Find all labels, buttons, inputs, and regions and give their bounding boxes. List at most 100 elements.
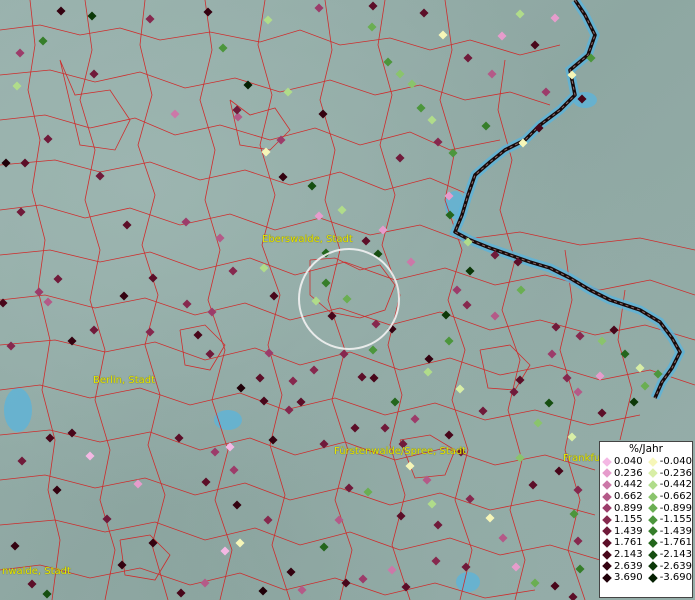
measurement-point-marker[interactable]	[288, 376, 298, 386]
measurement-point-marker[interactable]	[258, 586, 268, 596]
map-canvas[interactable]: Eberswalde, Stadt Berlin, Stadt Fürstenw…	[0, 0, 695, 600]
measurement-point-marker[interactable]	[452, 285, 462, 295]
measurement-point-marker[interactable]	[200, 578, 210, 588]
measurement-point-marker[interactable]	[444, 430, 454, 440]
measurement-point-marker[interactable]	[210, 447, 220, 457]
measurement-point-marker[interactable]	[207, 307, 217, 317]
measurement-point-marker[interactable]	[85, 451, 95, 461]
measurement-point-marker[interactable]	[530, 40, 540, 50]
measurement-point-marker[interactable]	[573, 485, 583, 495]
measurement-point-marker[interactable]	[16, 207, 26, 217]
measurement-point-marker[interactable]	[427, 115, 437, 125]
measurement-point-marker[interactable]	[283, 87, 293, 97]
measurement-point-marker[interactable]	[268, 435, 278, 445]
measurement-point-marker[interactable]	[530, 578, 540, 588]
measurement-point-marker[interactable]	[465, 266, 475, 276]
measurement-point-marker[interactable]	[170, 109, 180, 119]
measurement-point-marker[interactable]	[220, 546, 230, 556]
measurement-point-marker[interactable]	[232, 500, 242, 510]
measurement-point-marker[interactable]	[319, 439, 329, 449]
measurement-point-marker[interactable]	[1, 158, 11, 168]
measurement-point-marker[interactable]	[533, 418, 543, 428]
measurement-point-marker[interactable]	[309, 365, 319, 375]
measurement-point-marker[interactable]	[369, 373, 379, 383]
measurement-point-marker[interactable]	[193, 330, 203, 340]
measurement-point-marker[interactable]	[318, 109, 328, 119]
measurement-point-marker[interactable]	[263, 515, 273, 525]
measurement-point-marker[interactable]	[42, 589, 52, 599]
measurement-point-marker[interactable]	[228, 266, 238, 276]
measurement-point-marker[interactable]	[568, 592, 578, 600]
measurement-point-marker[interactable]	[182, 299, 192, 309]
measurement-point-marker[interactable]	[371, 319, 381, 329]
measurement-point-marker[interactable]	[478, 406, 488, 416]
measurement-point-marker[interactable]	[550, 13, 560, 23]
measurement-point-marker[interactable]	[490, 311, 500, 321]
measurement-point-marker[interactable]	[380, 423, 390, 433]
measurement-point-marker[interactable]	[53, 274, 63, 284]
measurement-point-marker[interactable]	[269, 291, 279, 301]
measurement-point-marker[interactable]	[609, 325, 619, 335]
measurement-point-marker[interactable]	[334, 515, 344, 525]
measurement-point-marker[interactable]	[67, 336, 77, 346]
measurement-point-marker[interactable]	[511, 562, 521, 572]
measurement-point-marker[interactable]	[89, 69, 99, 79]
measurement-point-marker[interactable]	[145, 327, 155, 337]
measurement-point-marker[interactable]	[148, 273, 158, 283]
measurement-point-marker[interactable]	[10, 541, 20, 551]
measurement-point-marker[interactable]	[203, 7, 213, 17]
measurement-point-marker[interactable]	[17, 456, 27, 466]
measurement-point-marker[interactable]	[487, 69, 497, 79]
measurement-point-marker[interactable]	[43, 134, 53, 144]
measurement-point-marker[interactable]	[433, 137, 443, 147]
measurement-point-marker[interactable]	[181, 217, 191, 227]
measurement-point-marker[interactable]	[395, 69, 405, 79]
measurement-point-marker[interactable]	[433, 520, 443, 530]
measurement-point-marker[interactable]	[235, 538, 245, 548]
measurement-point-marker[interactable]	[597, 408, 607, 418]
measurement-point-marker[interactable]	[215, 233, 225, 243]
measurement-point-marker[interactable]	[515, 453, 525, 463]
measurement-point-marker[interactable]	[357, 372, 367, 382]
measurement-point-marker[interactable]	[405, 461, 415, 471]
measurement-point-marker[interactable]	[43, 297, 53, 307]
measurement-point-marker[interactable]	[307, 181, 317, 191]
measurement-point-marker[interactable]	[95, 171, 105, 181]
measurement-point-marker[interactable]	[516, 285, 526, 295]
measurement-point-marker[interactable]	[419, 8, 429, 18]
measurement-point-marker[interactable]	[102, 514, 112, 524]
measurement-point-marker[interactable]	[367, 22, 377, 32]
measurement-point-marker[interactable]	[321, 278, 331, 288]
measurement-point-marker[interactable]	[567, 432, 577, 442]
measurement-point-marker[interactable]	[575, 331, 585, 341]
measurement-point-marker[interactable]	[119, 291, 129, 301]
measurement-point-marker[interactable]	[444, 336, 454, 346]
measurement-point-marker[interactable]	[286, 567, 296, 577]
measurement-point-marker[interactable]	[89, 325, 99, 335]
measurement-point-marker[interactable]	[278, 172, 288, 182]
measurement-point-marker[interactable]	[319, 542, 329, 552]
measurement-point-marker[interactable]	[547, 349, 557, 359]
measurement-point-marker[interactable]	[427, 499, 437, 509]
measurement-point-marker[interactable]	[544, 398, 554, 408]
measurement-point-marker[interactable]	[423, 367, 433, 377]
measurement-point-marker[interactable]	[431, 556, 441, 566]
measurement-point-marker[interactable]	[395, 153, 405, 163]
measurement-point-marker[interactable]	[218, 43, 228, 53]
measurement-point-marker[interactable]	[509, 387, 519, 397]
measurement-point-marker[interactable]	[554, 466, 564, 476]
measurement-point-marker[interactable]	[629, 397, 639, 407]
measurement-point-marker[interactable]	[575, 564, 585, 574]
measurement-point-marker[interactable]	[276, 135, 286, 145]
measurement-point-marker[interactable]	[481, 121, 491, 131]
measurement-point-marker[interactable]	[145, 14, 155, 24]
measurement-point-marker[interactable]	[573, 387, 583, 397]
measurement-point-marker[interactable]	[255, 373, 265, 383]
measurement-point-marker[interactable]	[363, 487, 373, 497]
measurement-point-marker[interactable]	[259, 396, 269, 406]
measurement-point-marker[interactable]	[15, 48, 25, 58]
measurement-point-marker[interactable]	[314, 3, 324, 13]
measurement-point-marker[interactable]	[117, 560, 127, 570]
measurement-point-marker[interactable]	[38, 36, 48, 46]
measurement-point-marker[interactable]	[341, 578, 351, 588]
